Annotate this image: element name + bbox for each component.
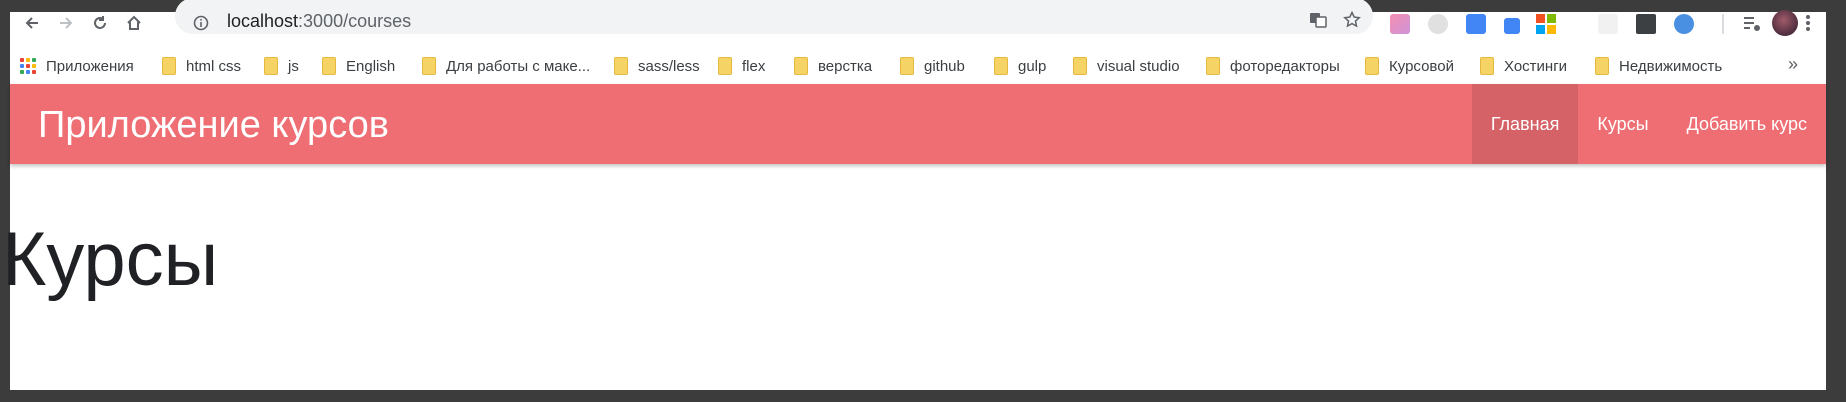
bookmark-folder[interactable]: sass/less [614,55,700,77]
folder-icon [718,57,732,75]
bookmark-folder[interactable]: English [322,55,395,77]
home-button[interactable] [120,12,148,34]
nav-link-courses[interactable]: Курсы [1578,84,1667,164]
kebab-menu-icon[interactable] [1806,14,1810,34]
bookmark-apps[interactable]: Приложения [20,55,134,77]
reload-icon [94,16,106,29]
folder-icon [1365,57,1379,75]
reload-button[interactable] [86,12,114,34]
back-button[interactable] [18,12,46,34]
bookmark-label: visual studio [1097,57,1180,75]
folder-icon [1206,57,1220,75]
bookmarks-bar: Приложения html css js English Для работ… [10,46,1826,84]
windows-icon[interactable] [1536,14,1556,34]
folder-icon [422,57,436,75]
bookmark-label: верстка [818,57,873,75]
folder-icon [794,57,808,75]
bookmark-label: sass/less [638,57,700,75]
bookmark-label: gulp [1018,57,1047,75]
bookmark-folder[interactable]: js [264,55,299,77]
apps-grid-icon [20,58,36,74]
nav-link-home[interactable]: Главная [1471,84,1579,164]
folder-icon [900,57,914,75]
bookmark-label: github [924,57,965,75]
folder-icon [1480,57,1494,75]
bookmark-label: js [288,57,299,75]
bookmark-folder[interactable]: верстка [794,55,872,77]
nav-link-add-course[interactable]: Добавить курс [1668,84,1826,164]
address-bar[interactable]: localhost:3000/courses [175,0,1373,34]
bookmark-label: Курсовой [1389,57,1454,75]
bookmark-folder[interactable]: visual studio [1073,55,1180,77]
bookmark-folder[interactable]: Для работы с маке... [422,55,590,77]
bookmark-label: фоторедакторы [1230,57,1340,75]
extension-icon[interactable] [1674,14,1694,34]
bookmark-folder[interactable]: Курсовой [1365,55,1454,77]
translate-icon[interactable] [1309,11,1327,34]
extension-icon[interactable] [1390,14,1410,34]
page-title: Курсы [2,217,219,302]
url-path: :3000/courses [298,11,412,31]
browser-window: localhost:3000/courses Приложения html c… [2,0,1826,390]
nav-links: Главная Курсы Добавить курс [1471,84,1826,164]
url-host: localhost [227,11,299,31]
url-text[interactable]: localhost:3000/courses [227,11,411,32]
arrow-right-icon [60,17,73,29]
folder-icon [1595,57,1609,75]
google-translate-icon[interactable] [1466,14,1486,34]
avatar[interactable] [1772,10,1798,36]
bookmark-folder[interactable]: Недвижимость [1595,55,1722,77]
folder-icon [994,57,1008,75]
forward-button[interactable] [52,12,80,34]
extension-icon[interactable] [1598,14,1618,34]
bookmark-label: Приложения [46,57,134,75]
home-icon [127,15,141,30]
bookmark-folder[interactable]: Хостинги [1480,55,1567,77]
folder-icon [162,57,176,75]
media-control-icon[interactable] [1742,14,1762,34]
bookmark-label: Хостинги [1504,57,1568,75]
bookmark-folder[interactable]: github [900,55,965,77]
folder-icon [1073,57,1087,75]
extension-icon[interactable] [1428,14,1448,34]
folder-icon [322,57,336,75]
folder-icon [614,57,628,75]
site-info-icon[interactable] [193,15,209,36]
bookmark-label: Для работы с маке... [446,57,591,75]
arrow-left-icon [25,17,38,29]
brand-logo[interactable]: Приложение курсов [38,104,389,147]
bookmark-label: Недвижимость [1619,57,1723,75]
toolbar-divider [1722,14,1724,34]
bookmark-label: English [346,57,396,75]
bookmark-folder[interactable]: фоторедакторы [1206,55,1340,77]
bookmarks-overflow-button[interactable]: » [1788,54,1798,75]
bookmark-folder[interactable]: flex [718,55,765,77]
folder-icon [264,57,278,75]
eyedropper-icon[interactable] [1504,18,1520,34]
bookmark-star-icon[interactable] [1343,10,1361,34]
bookmark-label: html css [186,57,242,75]
app-navbar: Приложение курсов Главная Курсы Добавить… [10,84,1826,164]
bookmark-folder[interactable]: gulp [994,55,1046,77]
bookmark-folder[interactable]: html css [162,55,241,77]
bookmark-label: flex [742,57,766,75]
selenium-icon[interactable] [1636,14,1656,34]
browser-toolbar: localhost:3000/courses [10,0,1826,36]
